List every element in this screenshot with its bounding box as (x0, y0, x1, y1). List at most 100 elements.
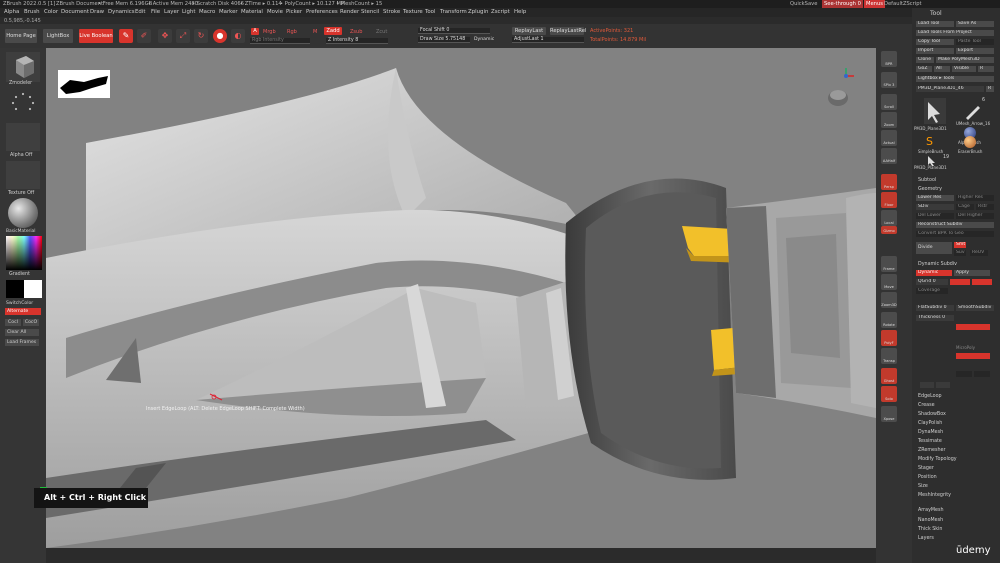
material-sphere-icon[interactable] (8, 198, 38, 228)
arrow-right-button[interactable] (936, 382, 950, 388)
aahalf-icon[interactable]: AAHalf (881, 148, 897, 164)
menu-edit[interactable]: Edit (135, 8, 145, 17)
load-tools-from-project-button[interactable]: Load Tools From Project (916, 30, 994, 36)
clear-all-button[interactable]: Clear All (5, 329, 39, 336)
smooth-subdiv-slider[interactable]: SmoothSubdiv (956, 305, 994, 311)
reuv-button[interactable]: ReUV (970, 250, 988, 256)
menu-movie[interactable]: Movie (267, 8, 283, 17)
move-icon[interactable]: Move (881, 274, 897, 290)
export-button[interactable]: Export (956, 48, 994, 54)
menu-dynamics[interactable]: Dynamics (108, 8, 135, 17)
copy-tool-button[interactable]: Copy Tool (916, 39, 954, 45)
scroll-icon[interactable]: Scroll (881, 94, 897, 110)
persp-icon[interactable]: Persp (881, 174, 897, 190)
thickness-slider[interactable]: Thickness 0 (916, 315, 954, 321)
menus-toggle[interactable]: Menus (864, 0, 885, 8)
menu-zscript[interactable]: Zscript (491, 8, 510, 17)
m-toggle[interactable]: M (313, 29, 317, 35)
shadowbox-section[interactable]: ShadowBox (918, 412, 946, 417)
menu-alpha[interactable]: Alpha (4, 8, 19, 17)
menu-tool[interactable]: Tool (425, 8, 435, 17)
subtool-section[interactable]: Subtool (918, 178, 936, 183)
tool-thumb-plane[interactable] (924, 98, 946, 124)
menu-document[interactable]: Document (61, 8, 89, 17)
switch-color-button[interactable]: SwitchColor (6, 301, 33, 306)
reconstruct-subdiv-button[interactable]: Reconstruct Subdiv (916, 222, 994, 228)
dynamic-toggle[interactable]: Dynamic (474, 37, 494, 42)
dynamic-toggle-button[interactable]: Dynamic (916, 270, 952, 276)
zcut-toggle[interactable]: Zcut (376, 29, 387, 35)
layers-section[interactable]: Layers (918, 536, 934, 541)
lower-res-button[interactable]: Lower Res (916, 195, 954, 201)
menu-picker[interactable]: Picker (286, 8, 302, 17)
micropoly-x-button[interactable] (956, 371, 972, 377)
gizmo-icon[interactable]: Gizmo (881, 226, 897, 234)
paste-tool-button[interactable]: Paste Tool (956, 39, 994, 45)
current-tool-slider[interactable]: PM3D_Plane3D1_46 (916, 86, 984, 92)
menu-macro[interactable]: Macro (199, 8, 215, 17)
visible-button[interactable]: Visible (952, 66, 976, 72)
claypolish-section[interactable]: ClayPolish (918, 421, 942, 426)
menu-material[interactable]: Material (241, 8, 263, 17)
zremesher-section[interactable]: ZRemesher (918, 448, 945, 453)
del-higher-button[interactable]: Del Higher (956, 213, 994, 219)
axis-gizmo-icon[interactable] (816, 66, 856, 114)
eraser-brush-thumb[interactable] (964, 136, 976, 148)
transp-icon[interactable]: Transp (881, 348, 897, 364)
secondary-color-swatch[interactable] (6, 280, 24, 298)
menu-texture[interactable]: Texture (403, 8, 423, 17)
save-as-button[interactable]: Save As (956, 21, 994, 27)
menu-file[interactable]: File (151, 8, 160, 17)
lightbox-button[interactable]: LightBox (43, 29, 73, 43)
rotate-icon[interactable]: Rotate (881, 312, 897, 328)
menu-color[interactable]: Color (44, 8, 58, 17)
quicksave-button[interactable]: QuickSave (790, 0, 817, 8)
home-page-button[interactable]: Home Page (5, 29, 37, 43)
spix-icon[interactable]: SPix 3 (881, 72, 897, 88)
rotate-mode-icon[interactable]: ↻ (194, 29, 208, 43)
local-icon[interactable]: Local (881, 210, 897, 226)
frame-icon[interactable]: Frame (881, 256, 897, 272)
adjust-last-slider[interactable]: AdjustLast 1 (512, 37, 584, 43)
menu-stencil[interactable]: Stencil (361, 8, 379, 17)
z-intensity-slider[interactable]: Z Intensity 8 (326, 38, 388, 44)
canvas-viewport[interactable]: Insert EdgeLoop (ALT: Delete EdgeLoop SH… (46, 48, 876, 548)
dynamesh-section[interactable]: DynaMesh (918, 430, 943, 435)
edgeloop-section[interactable]: EdgeLoop (918, 394, 942, 399)
make-polymesh-button[interactable]: Make PolyMesh3D (936, 57, 994, 63)
color-picker[interactable] (6, 236, 42, 270)
coco-button[interactable]: CocO (23, 319, 39, 326)
rgb-intensity-slider[interactable]: Rgb Intensity (250, 38, 310, 44)
all-button[interactable]: All (934, 66, 950, 72)
size-section[interactable]: Size (918, 484, 928, 489)
load-tool-button[interactable]: Load Tool (916, 21, 954, 27)
alternate-button[interactable]: Alternate (5, 308, 41, 315)
suv-toggle[interactable]: Suv (954, 250, 966, 256)
texture-slot[interactable] (6, 161, 40, 189)
arrow-left-button[interactable] (920, 382, 934, 388)
geometry-section[interactable]: Geometry (918, 187, 942, 192)
sdiv-slider[interactable]: SDiv (916, 204, 954, 210)
move-mode-icon[interactable]: ✥ (158, 29, 172, 43)
arraymesh-section[interactable]: ArrayMesh (918, 508, 944, 513)
primary-color-swatch[interactable] (24, 280, 42, 298)
menu-zplugin[interactable]: Zplugin (468, 8, 488, 17)
convert-bpr-button[interactable]: Convert BPR To Geo (916, 231, 994, 237)
cage-button[interactable]: Cage (956, 204, 974, 210)
replay-last-rel-button[interactable]: ReplayLastRel (550, 27, 586, 35)
menu-stroke[interactable]: Stroke (383, 8, 400, 17)
default-zscript-button[interactable]: DefaultZScript (884, 0, 922, 8)
modify-topology-section[interactable]: Modify Topology (918, 457, 957, 462)
polyf-icon[interactable]: PolyF (881, 330, 897, 346)
menu-transform[interactable]: Transform (440, 8, 467, 17)
mesh-integrity-section[interactable]: MeshIntegrity (918, 493, 951, 498)
draw-size-slider[interactable]: Draw Size 5.75148 (418, 37, 470, 43)
focal-shift-slider[interactable]: Focal Shift 0 (418, 28, 490, 34)
import-button[interactable]: Import (916, 48, 954, 54)
bpr-render-icon[interactable]: BPR (881, 51, 897, 67)
clone-button[interactable]: Clone (916, 57, 934, 63)
see-through-slider[interactable]: See-through 0 (822, 0, 863, 8)
del-lower-button[interactable]: Del Lower (916, 213, 954, 219)
zadd-toggle[interactable]: Zadd (324, 27, 342, 35)
tool-thumb-arrow[interactable] (962, 102, 984, 122)
